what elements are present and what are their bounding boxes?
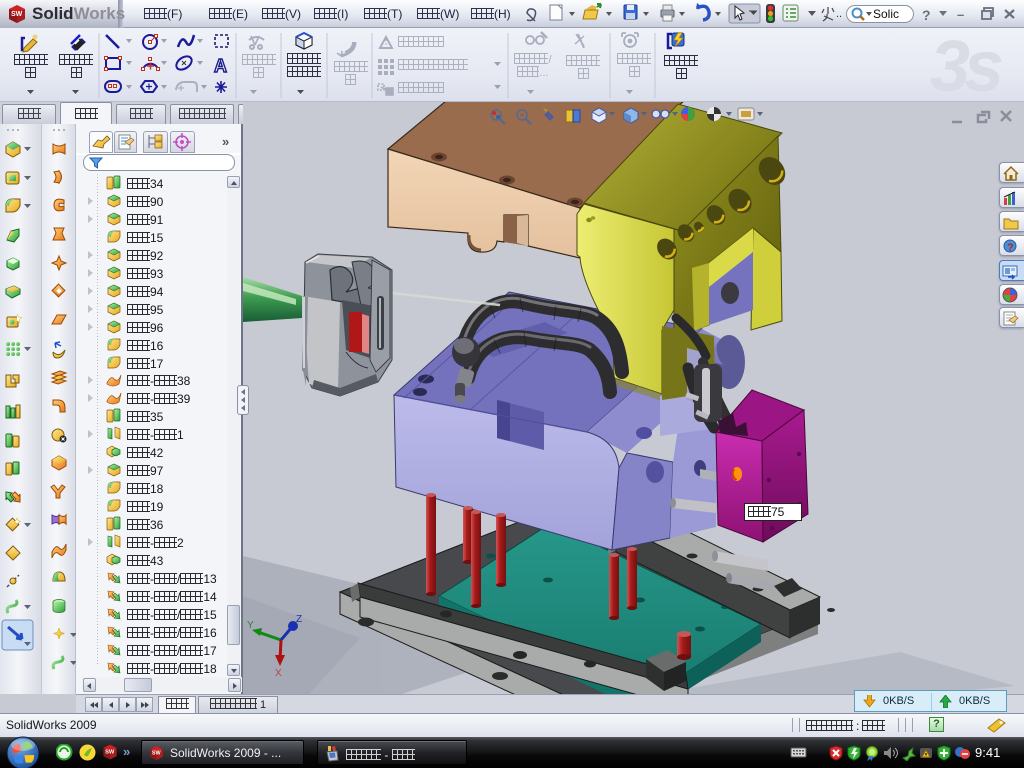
svg-text:SW: SW [11, 11, 23, 18]
svg-text:A: A [214, 56, 227, 76]
svg-text:X: X [275, 668, 282, 679]
svg-text:..: .. [836, 8, 842, 20]
svg-text:SW: SW [152, 751, 162, 757]
svg-text:Z: Z [296, 614, 302, 625]
svg-text:SW: SW [105, 750, 115, 756]
svg-text:?: ? [1007, 242, 1014, 254]
svg-text:Y: Y [247, 620, 254, 631]
